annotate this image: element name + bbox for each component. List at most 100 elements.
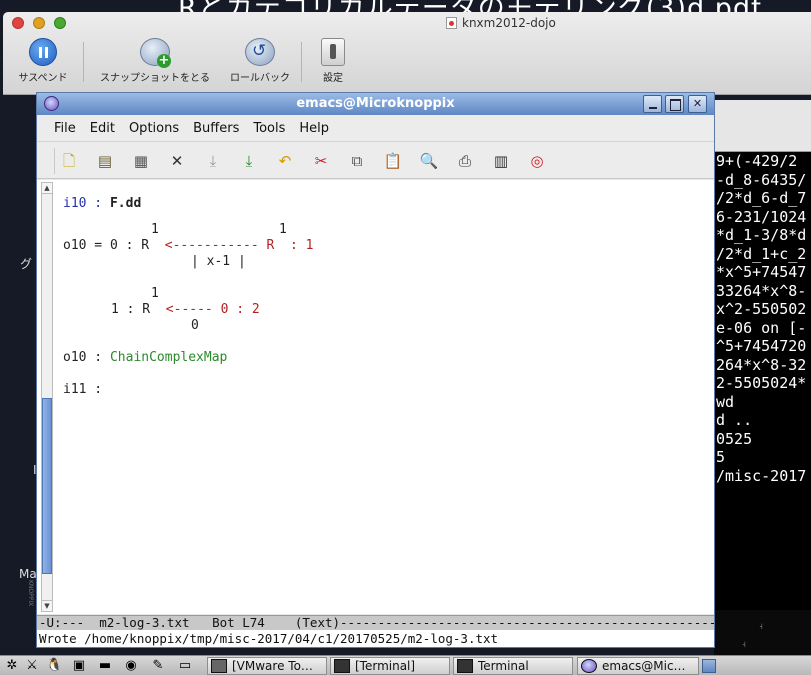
copy-icon[interactable]: ⧉ bbox=[347, 151, 367, 171]
terminal-window-lower: ˧ ˧ bbox=[714, 610, 811, 655]
cursor-mark-icon: ˧ bbox=[759, 622, 763, 631]
input-prompt: i10 : bbox=[63, 196, 103, 211]
terminal-line: 33264*x^8- bbox=[716, 281, 807, 300]
settings-switch-icon bbox=[321, 38, 345, 66]
output-prompt: o10 : bbox=[63, 350, 103, 365]
dired-icon[interactable]: ▦ bbox=[131, 151, 151, 171]
minimize-button[interactable] bbox=[643, 95, 662, 113]
superscript: 1 bbox=[151, 286, 159, 301]
close-button[interactable]: ✕ bbox=[688, 95, 707, 113]
terminal-window[interactable]: 9+(-429/2 -d_8-6435//2*d_6-d_7 6-231/1024 *… bbox=[714, 100, 811, 610]
output-row-head: 1 : R bbox=[111, 302, 151, 317]
zoom-window-button[interactable] bbox=[54, 17, 66, 29]
emacs-title: emacs@Microknoppix bbox=[296, 96, 455, 111]
save-icon[interactable]: ⤓ bbox=[203, 151, 223, 171]
emacs-titlebar[interactable]: emacs@Microknoppix ✕ bbox=[37, 93, 714, 115]
search-icon[interactable]: 🔍 bbox=[419, 151, 439, 171]
file-manager-icon[interactable]: ▣ bbox=[71, 658, 87, 674]
terminal-line: 6-231/1024 bbox=[716, 207, 807, 226]
toolbar-divider bbox=[83, 42, 84, 82]
taskbar-item-label: [VMware To… bbox=[232, 659, 313, 673]
terminal-line: ^5+7454720 bbox=[716, 337, 807, 355]
preferences-icon[interactable]: ▥ bbox=[491, 151, 511, 171]
echo-area: Wrote /home/knoppix/tmp/misc-2017/04/c1/… bbox=[37, 630, 714, 647]
taskbar-item-terminal[interactable]: Terminal bbox=[453, 657, 573, 675]
desktop-label: グ bbox=[20, 257, 33, 271]
pen-icon[interactable]: ✎ bbox=[150, 658, 166, 674]
suspend-button[interactable]: サスペンド bbox=[12, 38, 74, 84]
document-icon bbox=[446, 17, 457, 29]
input-prompt: i11 : bbox=[63, 382, 103, 397]
help-icon[interactable]: ◎ bbox=[527, 151, 547, 171]
rollback-icon bbox=[245, 38, 275, 66]
terminal-line: e-06 on [- bbox=[716, 318, 807, 337]
settings-label: 設定 bbox=[323, 73, 343, 84]
vmware-icon bbox=[211, 659, 227, 673]
menu-help[interactable]: Help bbox=[292, 121, 336, 136]
terminal-output: 9+(-429/2 -d_8-6435//2*d_6-d_7 6-231/1024 *… bbox=[714, 152, 811, 485]
menu-file[interactable]: File bbox=[47, 121, 83, 136]
menu-options[interactable]: Options bbox=[122, 121, 186, 136]
new-file-icon[interactable]: 🗋 bbox=[59, 151, 79, 171]
terminal-line: /misc-2017 bbox=[716, 466, 807, 485]
undo-icon[interactable]: ↶ bbox=[275, 151, 295, 171]
take-snapshot-button[interactable]: スナップショットをとる bbox=[93, 38, 217, 84]
scroll-up-arrow-icon[interactable]: ▲ bbox=[42, 183, 52, 194]
terminal-line: 9+(-429/2 bbox=[716, 152, 798, 170]
terminal-line: /2*d_1+c_2 bbox=[716, 244, 807, 263]
terminal-line: /2*d_6-d_7 bbox=[716, 189, 807, 207]
paste-icon[interactable]: 📋 bbox=[383, 151, 403, 171]
taskbar: ✲ ⚔ 🐧 ▣ ▬ ◉ ✎ ▭ [VMware To… [Terminal] T… bbox=[0, 655, 811, 675]
terminal-line: 0525 bbox=[716, 429, 753, 448]
browser-icon[interactable]: ◉ bbox=[123, 658, 139, 674]
emacs-toolbar: 🗋 ▤ ▦ ✕ ⤓ ⤓ ↶ ✂ ⧉ 📋 🔍 ⎙ ▥ ◎ bbox=[37, 141, 714, 179]
menu-tools[interactable]: Tools bbox=[246, 121, 292, 136]
terminal-line: x^2-550502 bbox=[716, 300, 807, 318]
terminal-icon bbox=[334, 659, 350, 673]
taskbar-item-terminal[interactable]: [Terminal] bbox=[330, 657, 450, 675]
map-degree: : 1 bbox=[289, 238, 314, 253]
save-as-icon[interactable]: ⤓ bbox=[239, 151, 259, 171]
gear-icon[interactable]: ✲ bbox=[4, 658, 20, 674]
maximize-button[interactable] bbox=[665, 95, 684, 113]
scrollbar-thumb[interactable] bbox=[42, 398, 52, 574]
show-desktop-icon[interactable]: ▭ bbox=[177, 658, 193, 674]
close-window-button[interactable] bbox=[12, 17, 24, 29]
desktop-label: Ma bbox=[19, 567, 37, 581]
penguin-icon[interactable]: 🐧 bbox=[46, 658, 62, 674]
cut-icon[interactable]: ✂ bbox=[311, 151, 331, 171]
terminal-line: d .. bbox=[716, 411, 753, 429]
open-folder-icon[interactable]: ▤ bbox=[95, 151, 115, 171]
menu-buffers[interactable]: Buffers bbox=[186, 121, 246, 136]
workspace-pager-icon[interactable] bbox=[702, 659, 716, 673]
superscript: 1 bbox=[279, 222, 287, 237]
vmware-window: knxm2012-dojo サスペンド スナップショットをとる ロールバック 設… bbox=[3, 12, 811, 95]
editor-buffer[interactable]: ▲ ▼ i10 : F.dd 1 1 o10 = 0 : R <--------… bbox=[37, 180, 714, 614]
vmware-title-text: knxm2012-dojo bbox=[462, 16, 556, 30]
taskbar-item-emacs[interactable]: emacs@Mic… bbox=[577, 657, 699, 675]
terminal-line: 5 bbox=[716, 448, 726, 466]
vmware-titlebar: knxm2012-dojo bbox=[3, 12, 811, 34]
vertical-scrollbar[interactable]: ▲ ▼ bbox=[41, 182, 53, 612]
terminal-line: *d_1-3/8*d bbox=[716, 226, 807, 244]
terminal-titlebar bbox=[714, 100, 811, 152]
close-buffer-icon[interactable]: ✕ bbox=[167, 151, 187, 171]
terminal-icon bbox=[457, 659, 473, 673]
superscript: 1 bbox=[151, 222, 159, 237]
terminal-line: -d_8-6435/ bbox=[716, 170, 807, 189]
terminal-line: 2-5505024* bbox=[716, 374, 807, 392]
minimize-window-button[interactable] bbox=[33, 17, 45, 29]
menu-edit[interactable]: Edit bbox=[83, 121, 122, 136]
emacs-logo-icon bbox=[581, 659, 597, 673]
output-head: o10 = 0 : R bbox=[63, 238, 150, 253]
rollback-button[interactable]: ロールバック bbox=[225, 38, 295, 84]
map-matrix: | x-1 | bbox=[191, 254, 246, 269]
output-type: ChainComplexMap bbox=[109, 350, 228, 365]
xkill-icon[interactable]: ⚔ bbox=[24, 658, 40, 674]
terminal-icon[interactable]: ▬ bbox=[97, 658, 113, 674]
taskbar-item-vmware[interactable]: [VMware To… bbox=[207, 657, 327, 675]
print-icon[interactable]: ⎙ bbox=[455, 151, 475, 171]
map-arrow: <----- 0 : 2 bbox=[165, 302, 260, 317]
settings-button[interactable]: 設定 bbox=[316, 38, 350, 84]
scroll-down-arrow-icon[interactable]: ▼ bbox=[42, 600, 52, 611]
